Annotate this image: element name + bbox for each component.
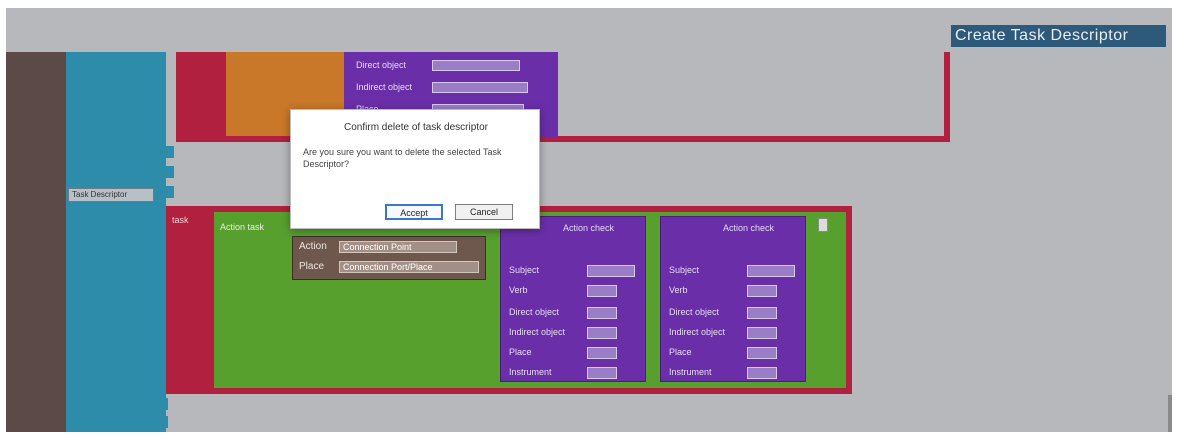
connector-tab xyxy=(166,146,174,158)
card-row-field[interactable] xyxy=(747,347,777,359)
card-row-field[interactable] xyxy=(747,285,777,297)
card-row-label: Instrument xyxy=(509,367,552,377)
action-row-field[interactable]: Connection Point xyxy=(339,241,457,253)
card-title: Action check xyxy=(563,223,615,233)
card-row-label: Direct object xyxy=(669,307,720,317)
top-strip xyxy=(0,0,1178,8)
column-blue xyxy=(66,52,166,432)
connector-tab xyxy=(166,166,174,178)
top-block-left-bar xyxy=(176,52,226,136)
action-parameter-block[interactable]: Action Connection Point Place Connection… xyxy=(292,236,486,280)
card-title: Action check xyxy=(723,223,775,233)
card-row-field[interactable] xyxy=(587,367,617,379)
top-row-label: Indirect object xyxy=(356,82,413,92)
main-block-tab-label: task xyxy=(172,215,189,225)
action-row-field[interactable]: Connection Port/Place xyxy=(339,261,479,273)
card-row-label: Subject xyxy=(509,265,540,275)
card-row-field[interactable] xyxy=(587,327,617,339)
card-row-label: Subject xyxy=(669,265,700,275)
action-row-label: Place xyxy=(299,261,325,272)
card-row-field[interactable] xyxy=(587,307,617,319)
column-brown xyxy=(6,52,66,432)
category-label[interactable]: Task Descriptor xyxy=(68,188,154,202)
card-row-label: Place xyxy=(509,347,532,357)
confirm-dialog: Confirm delete of task descriptor Are yo… xyxy=(290,109,540,229)
action-row-label: Action xyxy=(299,241,327,252)
connector-tab xyxy=(160,416,168,428)
action-check-card[interactable]: Action check Subject Verb Direct object … xyxy=(660,216,806,382)
card-row-label: Verb xyxy=(509,285,528,295)
action-check-card[interactable]: Action check Subject Verb Direct object … xyxy=(500,216,646,382)
card-row-label: Place xyxy=(669,347,692,357)
connector-tab xyxy=(166,186,174,198)
card-row-field[interactable] xyxy=(747,367,777,379)
dialog-title: Confirm delete of task descriptor xyxy=(344,122,488,133)
dialog-message: Are you sure you want to delete the sele… xyxy=(303,147,502,169)
card-row-label: Indirect object xyxy=(509,327,566,337)
card-row-label: Direct object xyxy=(509,307,560,317)
accept-button[interactable]: Accept xyxy=(385,204,443,220)
card-row-field[interactable] xyxy=(747,307,777,319)
top-row-field[interactable] xyxy=(432,82,528,93)
card-row-field[interactable] xyxy=(747,265,795,277)
top-row-label: Direct object xyxy=(356,60,407,70)
top-row-field[interactable] xyxy=(432,60,520,71)
card-row-field[interactable] xyxy=(587,347,617,359)
scrollbar[interactable] xyxy=(1168,395,1172,432)
create-task-descriptor-button[interactable]: Create Task Descriptor xyxy=(951,25,1166,47)
delete-icon[interactable] xyxy=(818,218,828,232)
card-row-label: Instrument xyxy=(669,367,712,377)
card-row-field[interactable] xyxy=(587,265,635,277)
card-row-field[interactable] xyxy=(587,285,617,297)
card-row-label: Verb xyxy=(669,285,688,295)
connector-tab xyxy=(160,398,168,410)
cancel-button[interactable]: Cancel xyxy=(455,204,513,220)
action-block-label: Action task xyxy=(220,222,265,232)
card-row-label: Indirect object xyxy=(669,327,726,337)
card-row-field[interactable] xyxy=(747,327,777,339)
